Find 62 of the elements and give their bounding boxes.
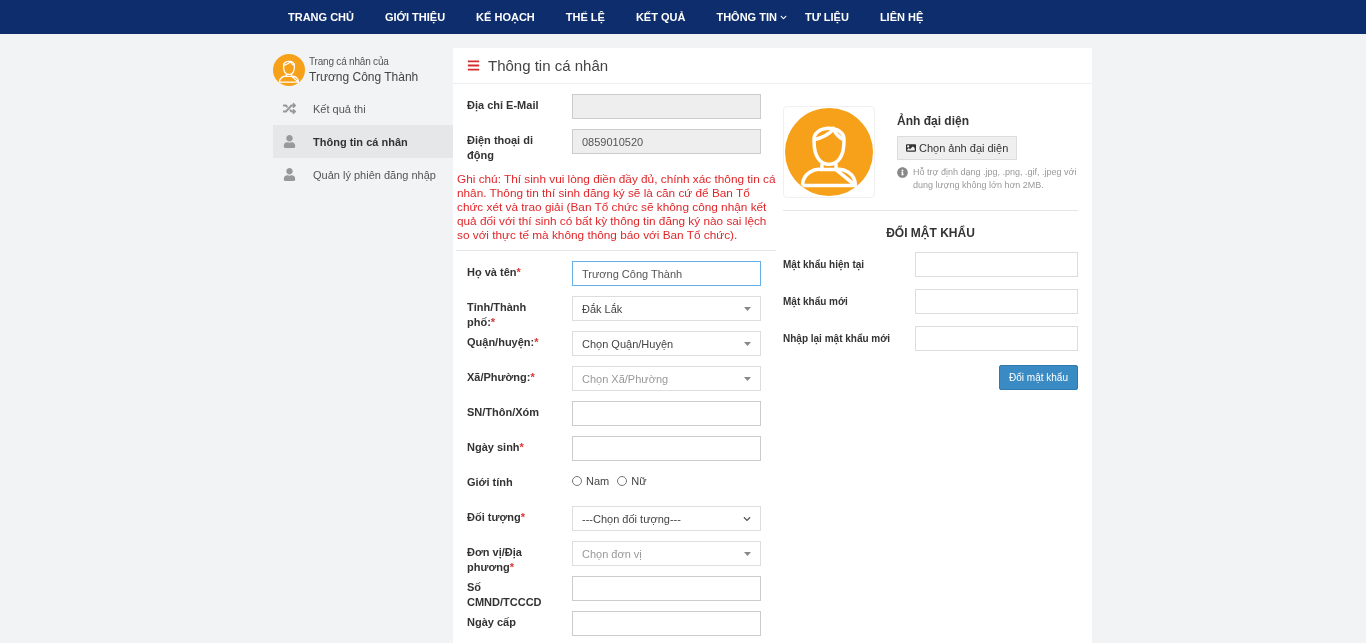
field-label: Mật khẩu mới	[783, 296, 848, 307]
nav-link[interactable]: KẾ HOẠCH	[464, 11, 547, 23]
input-field[interactable]	[572, 436, 761, 461]
password-field[interactable]	[915, 252, 1078, 277]
field-label: Họ và tên*	[467, 265, 522, 280]
field-label: Tỉnh/Thành phố:*	[467, 300, 528, 330]
avatar-icon	[273, 54, 305, 86]
caret-icon	[744, 551, 751, 556]
select-field[interactable]: Chọn Quận/Huyện	[572, 331, 761, 356]
field-label: Mật khẩu hiện tại	[783, 259, 865, 270]
nav-link[interactable]: GIỚI THIỆU	[373, 11, 458, 23]
chevron-down-icon	[743, 514, 751, 523]
radio-option[interactable]: Nam	[572, 475, 610, 487]
field-label: Quận/huyện:*	[467, 335, 540, 350]
panel-title: Thông tin cá nhân	[488, 57, 609, 74]
input-field[interactable]: Trương Công Thành	[572, 261, 761, 286]
radio-option[interactable]: Nữ	[617, 475, 647, 487]
user-icon	[282, 135, 296, 148]
field-label: Ngày sinh*	[467, 440, 525, 455]
password-field[interactable]	[915, 289, 1078, 314]
field-label: Đối tượng*	[467, 510, 526, 525]
nav-link[interactable]: KẾT QUẢ	[623, 11, 698, 23]
section-title: ĐỔI MẬT KHẨU	[885, 226, 976, 240]
change-password-button[interactable]: Đổi mật khẩu	[999, 365, 1078, 390]
field-label: Nhập lại mật khẩu mới	[783, 333, 891, 344]
field-label: Xã/Phường:*	[467, 370, 536, 385]
chevron-down-icon	[779, 13, 787, 21]
avatar-title: Ảnh đại diện	[897, 114, 970, 128]
hint-text: Hỗ trợ định dạng .jpg, .png, .gif, .jpeg với dung lượng không lớn hơn 2MB.	[913, 166, 1078, 192]
field-label: Đơn vị/Địa phương*	[467, 545, 523, 575]
nav-link[interactable]: THỂ LỆ	[553, 11, 617, 23]
choose-avatar-button[interactable]: Chọn ảnh đại diện	[897, 136, 1018, 160]
radio-label: Nữ	[631, 475, 647, 487]
caret-icon	[744, 341, 751, 346]
select-field[interactable]: ---Chọn đối tượng---	[572, 506, 761, 531]
input-field[interactable]	[572, 576, 761, 601]
field-label: Ngày cấp	[467, 615, 517, 630]
nav-link[interactable]: LIÊN HỆ	[867, 11, 936, 23]
user-icon	[282, 168, 296, 181]
field-label: Giới tính	[467, 475, 514, 490]
info-icon	[897, 167, 908, 178]
nav-link[interactable]: TRANG CHỦ	[276, 11, 366, 23]
menu-icon	[467, 59, 480, 72]
caret-icon	[744, 376, 751, 381]
input-field[interactable]	[572, 401, 761, 426]
field-label: Số CMND/TCCCD	[467, 580, 543, 610]
select-field[interactable]: Đắk Lắk	[572, 296, 761, 321]
sidebar-item[interactable]: Thông tin cá nhân	[273, 125, 453, 158]
user-name: Trương Công Thành	[309, 70, 419, 84]
password-field[interactable]	[915, 326, 1078, 351]
field-label: SN/Thôn/Xóm	[467, 405, 541, 420]
note-text: Ghi chú: Thí sinh vui lòng điền đầy đủ, chính xác thông tin cá nhân. Thông tin thí sinh đăng ký sẽ là căn cứ để Ban Tổ chức xét và trao giải (Ban Tổ chức sẽ không công nhận kết quả đối với thí sinh có bất kỳ thông tin đăng ký nào sai lệch so với thực tế mà không thông báo với Ban Tổ chức).	[456, 164, 776, 251]
input-field[interactable]	[572, 611, 761, 636]
sidebar-item[interactable]: Quản lý phiên đăng nhập	[273, 158, 453, 191]
sidebar-item[interactable]: Kết quả thi	[273, 92, 453, 125]
image-icon	[906, 143, 916, 153]
shuffle-icon	[282, 102, 296, 115]
profile-caption: Trang cá nhân của	[309, 56, 390, 67]
radio-label: Nam	[586, 475, 610, 487]
field-label: Điện thoại di động	[467, 133, 534, 163]
field-label: Địa chỉ E-Mail	[467, 98, 540, 113]
caret-icon	[744, 306, 751, 311]
